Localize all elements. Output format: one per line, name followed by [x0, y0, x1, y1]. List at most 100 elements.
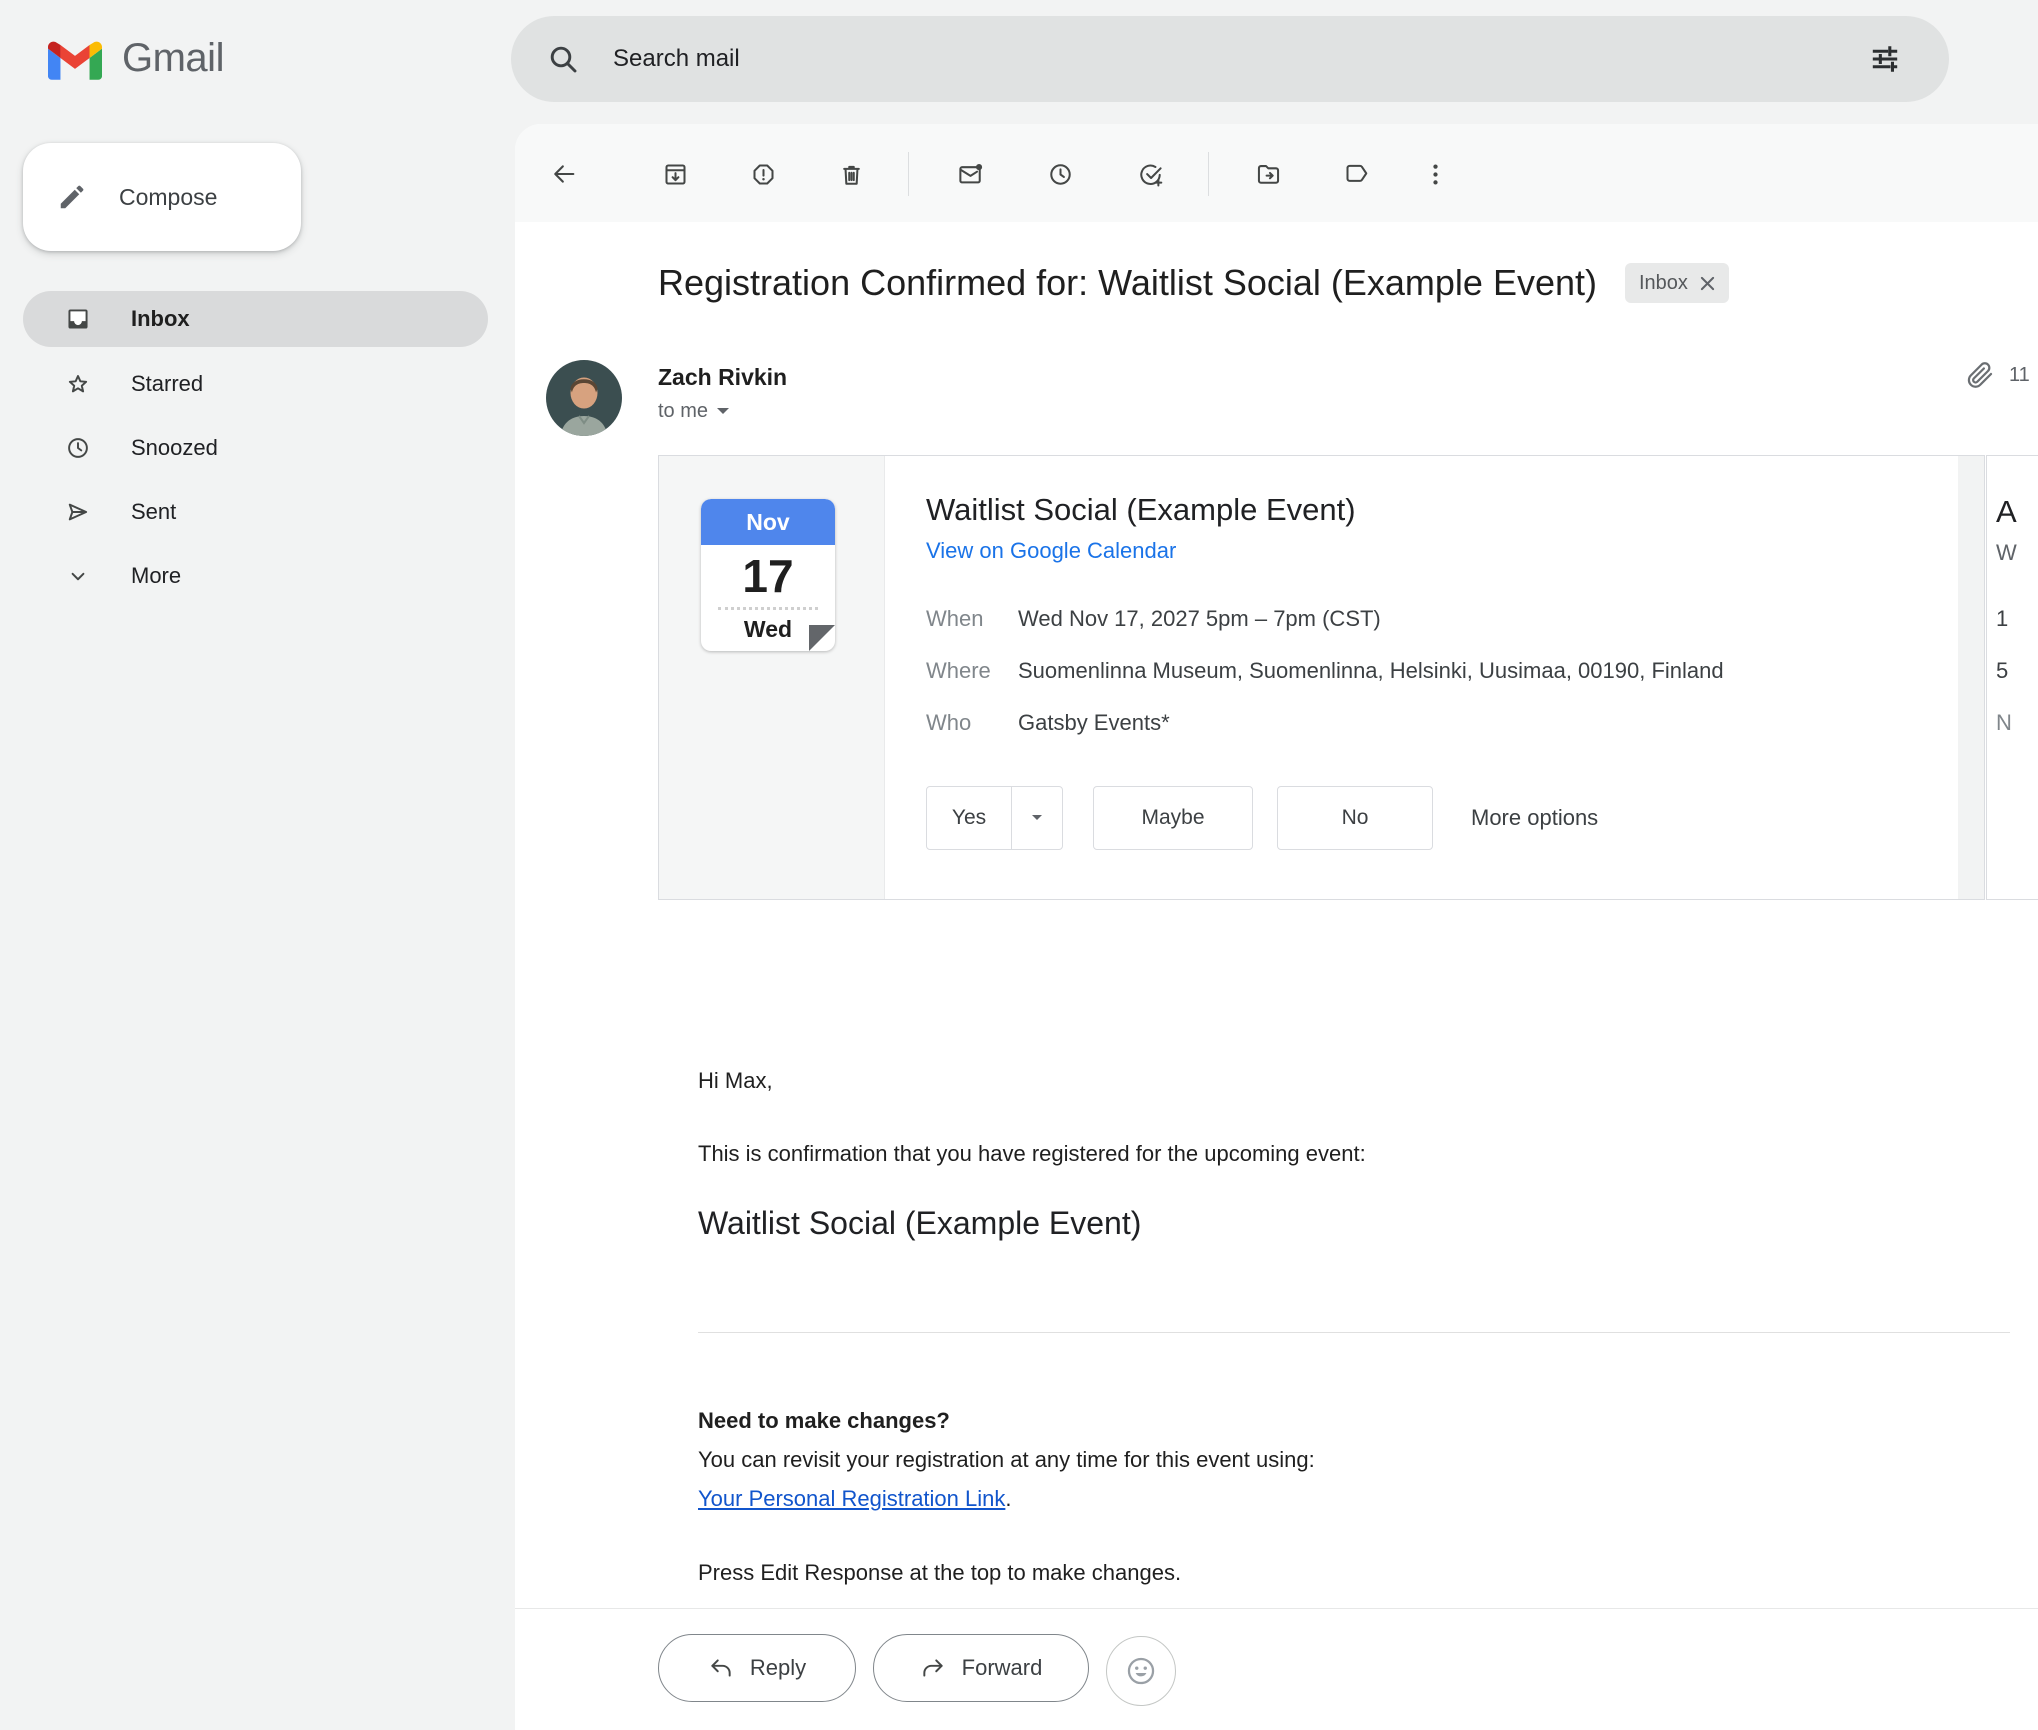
- body-greeting: Hi Max,: [698, 1068, 773, 1094]
- when-label: When: [926, 606, 1018, 632]
- event-date-panel: Nov 17 Wed: [659, 456, 885, 899]
- sender-photo: [546, 360, 622, 436]
- agenda-item-fragment: 1: [1996, 606, 2008, 632]
- timestamp: 11: [2009, 364, 2030, 387]
- body-divider: [698, 1332, 2010, 1333]
- agenda-item-fragment: N: [1996, 710, 2012, 736]
- sender-name: Zach Rivkin: [658, 364, 787, 391]
- label-button[interactable]: [1332, 150, 1380, 198]
- archive-icon: [662, 161, 689, 188]
- sidebar-item-starred[interactable]: Starred: [23, 356, 488, 412]
- snooze-clock-icon: [1047, 161, 1074, 188]
- view-on-google-calendar-link[interactable]: View on Google Calendar: [926, 538, 1176, 564]
- tune-icon: [1869, 43, 1901, 75]
- gmail-logo: Gmail: [48, 36, 224, 81]
- gmail-m-icon: [48, 38, 102, 80]
- move-to-folder-icon: [1255, 161, 1282, 188]
- snooze-button[interactable]: [1036, 150, 1084, 198]
- recipient-dropdown[interactable]: to me: [658, 400, 730, 423]
- move-to-button[interactable]: [1244, 150, 1292, 198]
- report-spam-icon: [750, 161, 777, 188]
- registration-link-line: Your Personal Registration Link.: [698, 1486, 1012, 1512]
- reply-arrow-icon: [708, 1655, 734, 1681]
- remove-label-icon[interactable]: [1700, 276, 1715, 291]
- footer-divider: [515, 1608, 2038, 1609]
- agenda-date-fragment: W: [1996, 540, 2017, 566]
- rsvp-more-options[interactable]: More options: [1471, 805, 1598, 831]
- who-label: Who: [926, 710, 1018, 736]
- inbox-icon: [65, 306, 91, 332]
- mark-unread-button[interactable]: [946, 150, 994, 198]
- sidebar-item-more[interactable]: More: [23, 548, 488, 604]
- emoji-smile-icon: [1124, 1654, 1158, 1688]
- rsvp-yes-button[interactable]: Yes: [927, 787, 1012, 849]
- calendar-date-icon: Nov 17 Wed: [701, 499, 835, 651]
- rsvp-yes-split-button: Yes: [926, 786, 1063, 850]
- calendar-event-card: Nov 17 Wed Waitlist Social (Example Even…: [658, 455, 1985, 900]
- toolbar-divider: [1208, 152, 1209, 196]
- mark-unread-icon: [957, 161, 984, 188]
- arrow-left-icon: [550, 160, 578, 188]
- add-to-tasks-icon: [1137, 161, 1164, 188]
- archive-button[interactable]: [651, 150, 699, 198]
- rsvp-no-button[interactable]: No: [1277, 786, 1433, 850]
- event-card-scroll-track[interactable]: [1958, 456, 1984, 899]
- pencil-icon: [57, 182, 87, 212]
- sidebar-item-inbox[interactable]: Inbox: [23, 291, 488, 347]
- report-spam-button[interactable]: [739, 150, 787, 198]
- forward-button[interactable]: Forward: [873, 1634, 1089, 1702]
- compose-button[interactable]: Compose: [23, 143, 301, 251]
- event-where-row: Where Suomenlinna Museum, Suomenlinna, H…: [926, 658, 1724, 684]
- more-actions-button[interactable]: [1411, 150, 1459, 198]
- send-icon: [65, 499, 91, 525]
- calendar-day: 17: [701, 545, 835, 607]
- changes-text: You can revisit your registration at any…: [698, 1447, 1315, 1473]
- app-title: Gmail: [122, 36, 224, 81]
- add-reaction-button[interactable]: [1106, 1636, 1176, 1706]
- sidebar-item-label: More: [131, 563, 181, 589]
- body-event-title: Waitlist Social (Example Event): [698, 1205, 1141, 1242]
- sender-avatar[interactable]: [546, 360, 622, 436]
- inbox-label-chip[interactable]: Inbox: [1625, 263, 1729, 303]
- reply-label: Reply: [750, 1655, 806, 1681]
- more-vert-icon: [1422, 161, 1449, 188]
- agenda-panel: A W 1 5 N: [1986, 455, 2038, 900]
- search-input[interactable]: Search mail: [613, 45, 1857, 73]
- event-when-row: When Wed Nov 17, 2027 5pm – 7pm (CST): [926, 606, 1381, 632]
- gmail-window: Gmail Search mail Compose Inbox: [0, 0, 2038, 1730]
- sidebar-item-label: Snoozed: [131, 435, 218, 461]
- forward-arrow-icon: [920, 1655, 946, 1681]
- event-who-row: Who Gatsby Events*: [926, 710, 1170, 736]
- where-label: Where: [926, 658, 1018, 684]
- personal-registration-link[interactable]: Your Personal Registration Link: [698, 1486, 1005, 1511]
- rsvp-yes-dropdown[interactable]: [1012, 787, 1062, 849]
- reply-button[interactable]: Reply: [658, 1634, 856, 1702]
- where-value: Suomenlinna Museum, Suomenlinna, Helsink…: [1018, 658, 1724, 684]
- clock-icon: [65, 435, 91, 461]
- caret-down-icon: [716, 407, 730, 416]
- edit-response-note: Press Edit Response at the top to make c…: [698, 1560, 1181, 1586]
- event-title: Waitlist Social (Example Event): [926, 492, 1356, 528]
- attachment-and-time: 11: [1965, 360, 2030, 390]
- back-button[interactable]: [540, 150, 588, 198]
- rsvp-buttons: Yes Maybe No More options: [926, 786, 1598, 850]
- caret-down-icon: [1031, 814, 1043, 822]
- add-to-tasks-button[interactable]: [1126, 150, 1174, 198]
- agenda-title-fragment: A: [1996, 494, 2017, 530]
- sidebar-item-snoozed[interactable]: Snoozed: [23, 420, 488, 476]
- when-value: Wed Nov 17, 2027 5pm – 7pm (CST): [1018, 606, 1381, 632]
- calendar-month: Nov: [701, 499, 835, 545]
- search-bar[interactable]: Search mail: [511, 16, 1949, 102]
- agenda-item-fragment: 5: [1996, 658, 2008, 684]
- sidebar-item-sent[interactable]: Sent: [23, 484, 488, 540]
- trash-icon: [838, 161, 865, 188]
- search-options-button[interactable]: [1857, 31, 1913, 87]
- email-subject: Registration Confirmed for: Waitlist Soc…: [658, 262, 1597, 304]
- sidebar-item-label: Starred: [131, 371, 203, 397]
- calendar-fold-corner: [809, 625, 835, 651]
- delete-button[interactable]: [827, 150, 875, 198]
- toolbar-divider: [908, 152, 909, 196]
- chip-label: Inbox: [1639, 272, 1688, 295]
- rsvp-maybe-button[interactable]: Maybe: [1093, 786, 1253, 850]
- paperclip-icon: [1965, 360, 1995, 390]
